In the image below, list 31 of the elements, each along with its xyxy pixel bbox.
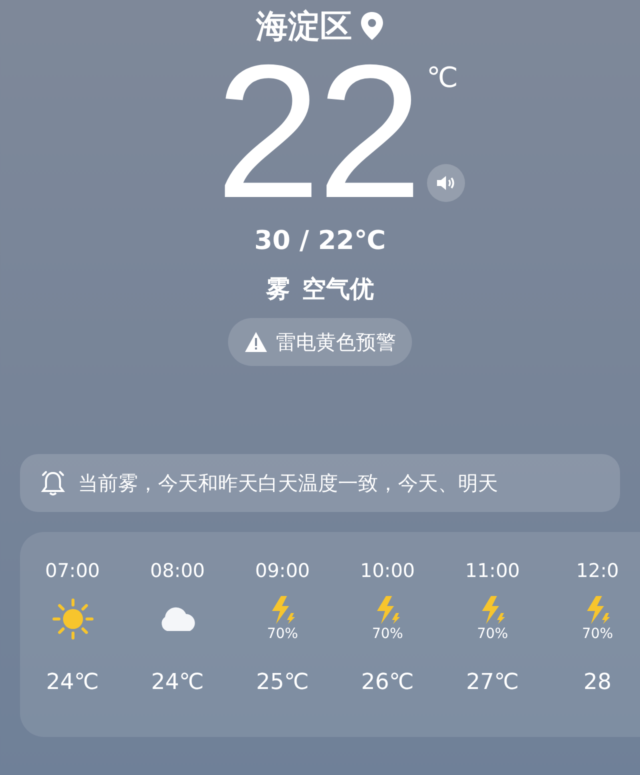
current-temperature: 22 [215,62,419,202]
sun-icon [50,596,96,642]
precipitation-chance: 70% [582,625,614,643]
hour-temperature: 24℃ [151,669,204,697]
weather-notice-bar[interactable]: 当前雾，今天和昨天白天温度一致，今天、明天 [20,454,620,512]
hour-time: 12:0 [576,559,619,584]
weather-alert-button[interactable]: 雷电黄色预警 [228,318,412,366]
temperature-range: 30 / 22℃ [254,225,386,258]
hour-temperature: 28 [584,669,612,697]
hour-temperature: 26℃ [361,669,414,697]
hour-temperature: 24℃ [46,669,99,697]
hour-time: 11:00 [465,559,520,584]
speaker-icon [436,175,456,191]
hour-time: 07:00 [45,559,100,584]
hour-temperature: 25℃ [256,669,309,697]
precipitation-chance: 70% [372,625,404,643]
location-pin-icon [360,11,384,41]
hour-time: 08:00 [150,559,205,584]
hour-time: 09:00 [255,559,310,584]
temperature-unit: ℃ [426,62,460,94]
location-name: 海淀区 [256,6,352,47]
hour-time: 10:00 [360,559,415,584]
hour-temperature: 27℃ [466,669,519,697]
warning-icon [244,331,268,353]
precipitation-chance: 70% [476,625,508,643]
notice-text: 当前雾，今天和昨天白天温度一致，今天、明天 [78,470,498,497]
weather-condition: 雾 [266,274,290,305]
alarm-bell-icon [40,469,66,497]
air-quality: 空气优 [302,274,374,305]
precipitation-chance: 70% [266,625,298,643]
speaker-button[interactable] [426,164,465,202]
